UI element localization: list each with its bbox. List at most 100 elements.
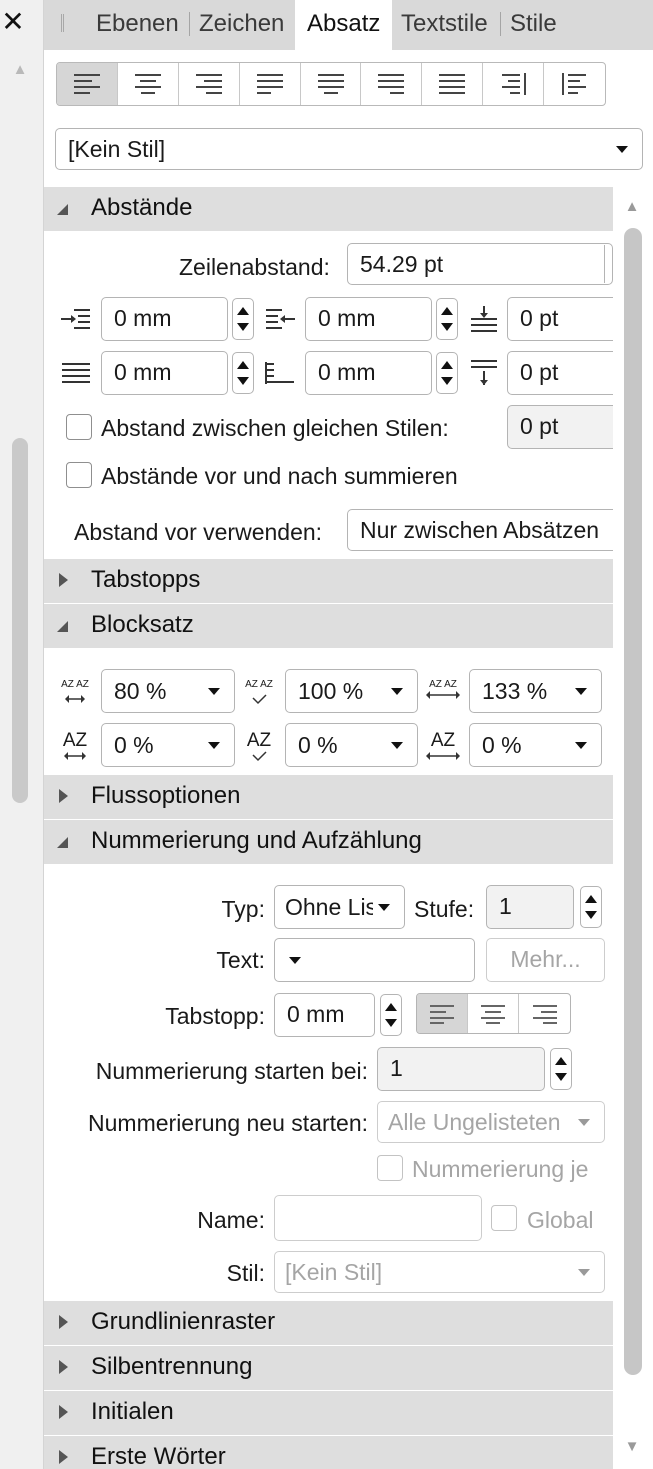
right-scrollbar-thumb[interactable] (624, 228, 642, 1375)
use-before-select[interactable]: Nur zwischen Absätzen (347, 509, 613, 551)
stufe-label: Stufe: (414, 896, 475, 922)
sum-spacing-checkbox[interactable] (66, 462, 92, 488)
word-spacing-min-select[interactable]: 80 % (101, 669, 235, 713)
first-line-indent-stepper[interactable] (232, 352, 254, 394)
numbering-per-label: Nummerierung je (412, 1156, 589, 1182)
space-before-field[interactable]: 0 pt (507, 297, 613, 341)
arrows-in-icon (65, 695, 85, 703)
scroll-up-arrow-icon[interactable]: ▲ (12, 62, 28, 78)
letter-spacing-max-value: 0 % (482, 732, 522, 758)
letter-spacing-desired-icon: AZ (242, 731, 276, 762)
collapsed-triangle-icon (59, 1405, 68, 1419)
tab-ebenen[interactable]: Ebenen (96, 0, 179, 50)
tab-textstile[interactable]: Textstile (401, 0, 488, 50)
sum-spacing-label: Abstände vor und nach summieren (101, 463, 458, 489)
tab-align-center-button[interactable] (468, 994, 519, 1033)
list-style-select[interactable]: [Kein Stil] (274, 1251, 605, 1293)
drag-grip-icon[interactable] (61, 14, 64, 32)
section-title: Tabstopps (91, 566, 201, 593)
tab-align-right-button[interactable] (519, 994, 570, 1033)
letter-spacing-max-select[interactable]: 0 % (469, 723, 602, 767)
last-line-indent-stepper[interactable] (436, 352, 458, 394)
align-away-from-spine-button[interactable] (544, 63, 605, 105)
justify-left-button[interactable] (240, 63, 301, 105)
numbering-start-stepper[interactable] (550, 1048, 572, 1090)
left-indent-stepper[interactable] (232, 298, 254, 340)
tab-stop-stepper[interactable] (380, 994, 402, 1036)
section-header-tabstopps[interactable]: Tabstopps (44, 559, 613, 603)
align-center-icon (481, 1004, 505, 1024)
panel-tab-bar: Ebenen Zeichen Absatz Textstile Stile (44, 0, 653, 50)
space-after-field[interactable]: 0 pt (507, 351, 613, 395)
section-header-silbentrennung[interactable]: Silbentrennung (44, 1346, 613, 1390)
first-line-indent-icon (62, 363, 90, 383)
section-header-blocksatz[interactable]: Blocksatz (44, 604, 613, 648)
level-field[interactable]: 1 (486, 885, 574, 929)
level-stepper[interactable] (580, 886, 602, 928)
bullet-text-select[interactable] (274, 938, 475, 982)
scroll-up-arrow-icon[interactable]: ▲ (622, 198, 642, 216)
global-checkbox[interactable] (491, 1205, 517, 1231)
left-indent-icon (61, 309, 90, 329)
close-icon[interactable]: ✕ (0, 0, 26, 46)
section-title: Erste Wörter (91, 1443, 226, 1469)
global-label: Global (527, 1207, 594, 1233)
align-towards-spine-button[interactable] (483, 63, 545, 105)
left-indent-field[interactable]: 0 mm (101, 297, 228, 341)
chevron-down-icon (289, 957, 301, 964)
justify-right-button[interactable] (361, 63, 423, 105)
paragraph-style-value: [Kein Stil] (68, 136, 166, 162)
collapsed-triangle-icon (59, 573, 68, 587)
tab-zeichen[interactable]: Zeichen (199, 0, 284, 50)
name-field[interactable] (274, 1195, 482, 1241)
tab-align-left-button[interactable] (417, 994, 468, 1033)
right-indent-stepper[interactable] (436, 298, 458, 340)
list-type-select[interactable]: Ohne Liste (274, 885, 405, 929)
section-header-initialen[interactable]: Initialen (44, 1391, 613, 1435)
word-spacing-min-icon: AZ AZ (57, 679, 93, 707)
section-header-erste-woerter[interactable]: Erste Wörter (44, 1436, 613, 1469)
justify-center-button[interactable] (301, 63, 362, 105)
letter-spacing-desired-select[interactable]: 0 % (285, 723, 418, 767)
letter-spacing-min-select[interactable]: 0 % (101, 723, 235, 767)
section-header-flussoptionen[interactable]: Flussoptionen (44, 775, 613, 819)
word-spacing-min-value: 80 % (114, 678, 167, 704)
more-button[interactable]: Mehr... (486, 938, 605, 982)
arrows-in-icon (64, 752, 86, 760)
expanded-triangle-icon (57, 837, 68, 848)
chevron-down-icon (578, 1119, 590, 1126)
section-header-abstaende[interactable]: Abstände (44, 187, 613, 231)
justify-all-button[interactable] (422, 63, 484, 105)
align-away-from-spine-icon (561, 73, 586, 95)
left-scrollbar-thumb[interactable] (12, 438, 28, 803)
align-right-button[interactable] (179, 63, 240, 105)
align-left-icon (430, 1004, 454, 1024)
numbering-restart-select[interactable]: Alle Ungelisteten (377, 1101, 605, 1143)
line-spacing-field[interactable]: 54.29 pt (347, 243, 613, 285)
tab-stop-field[interactable]: 0 mm (274, 993, 375, 1037)
tab-stile[interactable]: Stile (510, 0, 557, 50)
last-line-indent-field[interactable]: 0 mm (305, 351, 432, 395)
right-indent-field[interactable]: 0 mm (305, 297, 432, 341)
first-line-indent-field[interactable]: 0 mm (101, 351, 228, 395)
checkmark-icon (252, 751, 267, 762)
collapsed-triangle-icon (59, 1360, 68, 1374)
align-center-button[interactable] (118, 63, 179, 105)
numbering-restart-value: Alle Ungelisteten (388, 1109, 561, 1135)
expanded-triangle-icon (57, 204, 68, 215)
paragraph-style-select[interactable]: [Kein Stil] (55, 128, 643, 170)
collapsed-triangle-icon (59, 1315, 68, 1329)
section-header-nummerierung[interactable]: Nummerierung und Aufzählung (44, 820, 613, 864)
numbering-start-field[interactable]: 1 (377, 1047, 545, 1091)
align-left-button[interactable] (57, 63, 118, 105)
tab-absatz[interactable]: Absatz (295, 0, 393, 50)
scroll-down-arrow-icon[interactable]: ▼ (622, 1438, 642, 1456)
numbering-per-checkbox[interactable] (377, 1155, 403, 1181)
same-style-spacing-field[interactable]: 0 pt (507, 405, 613, 449)
list-type-value: Ohne Liste (285, 894, 373, 920)
section-header-grundlinienraster[interactable]: Grundlinienraster (44, 1301, 613, 1345)
word-spacing-desired-select[interactable]: 100 % (285, 669, 418, 713)
word-spacing-max-select[interactable]: 133 % (469, 669, 602, 713)
section-title: Nummerierung und Aufzählung (91, 827, 422, 854)
same-style-spacing-checkbox[interactable] (66, 414, 92, 440)
